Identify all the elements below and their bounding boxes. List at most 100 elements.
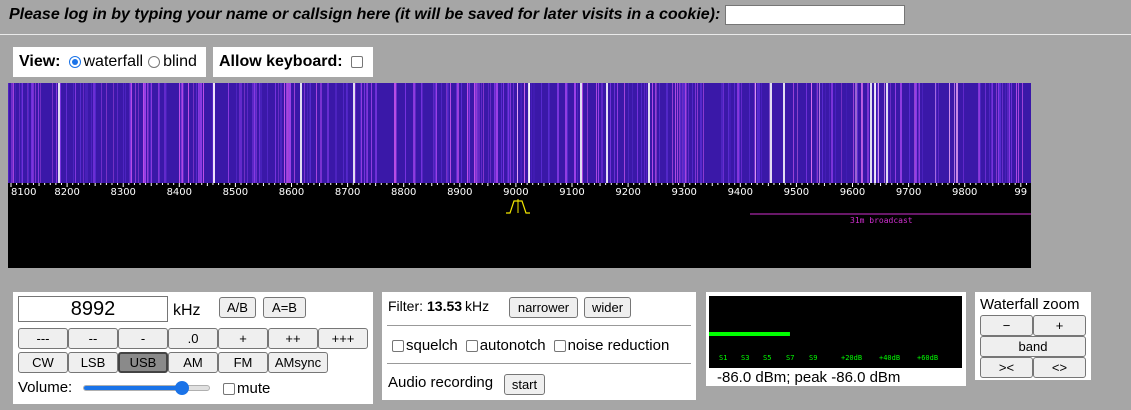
- signal-stripe: [280, 83, 282, 183]
- mode-fm-button[interactable]: FM: [218, 352, 268, 373]
- signal-stripe: [533, 83, 535, 183]
- signal-stripe: [335, 83, 337, 183]
- round-button[interactable]: .0: [168, 328, 218, 349]
- signal-stripe: [86, 83, 88, 183]
- step-up-3-button[interactable]: +++: [318, 328, 368, 349]
- signal-stripe: [890, 83, 891, 183]
- signal-stripe: [754, 83, 755, 183]
- signal-stripe: [624, 83, 625, 183]
- signal-stripe: [468, 83, 470, 183]
- noise-reduction-checkbox[interactable]: [553, 339, 566, 352]
- signal-stripe: [628, 83, 629, 183]
- strong-signal-stripe: [886, 83, 888, 183]
- step-down-3-button[interactable]: ---: [18, 328, 68, 349]
- signal-stripe: [683, 83, 685, 183]
- divider: [0, 34, 1131, 35]
- signal-stripe: [247, 83, 248, 183]
- signal-stripe: [877, 83, 878, 183]
- signal-stripe: [737, 83, 738, 183]
- volume-slider[interactable]: [83, 381, 210, 395]
- waterfall-display[interactable]: 8100 8200 8300 8400 8500 8600 8700 8800 8900 9000…: [8, 83, 1031, 268]
- signal-stripe: [1022, 83, 1023, 183]
- frequency-input[interactable]: 8992: [18, 296, 168, 322]
- ab-button[interactable]: A/B: [219, 297, 256, 318]
- mute-checkbox[interactable]: [223, 382, 235, 395]
- signal-stripe: [524, 83, 525, 183]
- signal-stripe: [819, 83, 820, 183]
- keyboard-checkbox[interactable]: [350, 56, 363, 68]
- zoom-left-button[interactable]: ><: [980, 357, 1033, 378]
- signal-stripe: [1005, 83, 1006, 183]
- squelch-checkbox[interactable]: [392, 339, 404, 352]
- signal-stripe: [138, 83, 139, 183]
- signal-stripe: [286, 83, 287, 183]
- signal-stripe: [501, 83, 502, 183]
- signal-stripe: [113, 83, 114, 183]
- autonotch-option[interactable]: autonotch: [465, 337, 546, 354]
- view-waterfall-radio[interactable]: [68, 56, 81, 68]
- scale-label: 8700: [335, 187, 360, 198]
- signal-stripe: [441, 83, 442, 183]
- step-down-1-button[interactable]: -: [118, 328, 168, 349]
- zoom-right-button[interactable]: <>: [1033, 357, 1086, 378]
- record-start-button[interactable]: start: [504, 374, 545, 395]
- squelch-option[interactable]: squelch: [392, 337, 458, 354]
- keyboard-panel: Allow keyboard:: [213, 47, 373, 77]
- volume-thumb[interactable]: [174, 381, 189, 395]
- signal-stripe: [835, 83, 836, 183]
- signal-stripe: [284, 83, 285, 183]
- step-up-2-button[interactable]: ++: [268, 328, 318, 349]
- zoom-in-button[interactable]: +: [1033, 315, 1086, 336]
- signal-stripe: [66, 83, 67, 183]
- signal-stripe: [347, 83, 348, 183]
- step-up-1-button[interactable]: +: [218, 328, 268, 349]
- mode-lsb-button[interactable]: LSB: [68, 352, 118, 373]
- signal-stripe: [582, 83, 583, 183]
- wider-button[interactable]: wider: [584, 297, 631, 318]
- signal-stripe: [617, 83, 618, 183]
- mode-amsync-button[interactable]: AMsync: [268, 352, 328, 373]
- signal-stripe: [846, 83, 847, 183]
- signal-stripe: [56, 83, 57, 183]
- frequency-scale[interactable]: 8100 8200 8300 8400 8500 8600 8700 8800 8900 9000…: [8, 183, 1031, 268]
- step-down-2-button[interactable]: --: [68, 328, 118, 349]
- signal-stripe: [991, 83, 992, 183]
- mute-toggle[interactable]: mute: [223, 380, 270, 397]
- mode-cw-button[interactable]: CW: [18, 352, 68, 373]
- signal-stripe: [922, 83, 923, 183]
- mode-usb-button[interactable]: USB: [118, 352, 168, 373]
- autonotch-checkbox[interactable]: [465, 339, 478, 352]
- signal-stripe: [685, 83, 686, 183]
- passband-marker[interactable]: [506, 199, 530, 214]
- signal-stripe: [831, 83, 832, 183]
- a-equals-b-button[interactable]: A=B: [263, 297, 306, 318]
- signal-stripe: [450, 83, 451, 183]
- signal-stripe: [31, 83, 33, 183]
- mute-label: mute: [237, 380, 271, 397]
- narrower-button[interactable]: narrower: [509, 297, 578, 318]
- signal-stripe: [80, 83, 81, 183]
- signal-stripe: [797, 83, 798, 183]
- signal-stripe: [361, 83, 362, 183]
- signal-stripe: [507, 83, 508, 183]
- signal-stripe: [655, 83, 656, 183]
- signal-stripe: [143, 83, 144, 183]
- zoom-band-button[interactable]: band: [980, 336, 1086, 357]
- signal-stripe: [196, 83, 197, 183]
- signal-stripe: [40, 83, 41, 183]
- signal-stripe: [686, 83, 687, 183]
- signal-stripe: [474, 83, 475, 183]
- callsign-input[interactable]: [725, 5, 906, 25]
- signal-stripe: [867, 83, 869, 183]
- signal-stripe: [433, 83, 434, 183]
- zoom-out-button[interactable]: −: [980, 315, 1033, 336]
- signal-stripe: [73, 83, 74, 183]
- view-blind-radio[interactable]: [148, 56, 161, 68]
- signal-stripe: [757, 83, 758, 183]
- waterfall-canvas[interactable]: [8, 83, 1031, 183]
- strong-signal-stripe: [874, 83, 876, 183]
- signal-stripe: [254, 83, 255, 183]
- mode-am-button[interactable]: AM: [168, 352, 218, 373]
- signal-stripe: [494, 83, 495, 183]
- noise-reduction-option[interactable]: noise reduction: [553, 337, 669, 354]
